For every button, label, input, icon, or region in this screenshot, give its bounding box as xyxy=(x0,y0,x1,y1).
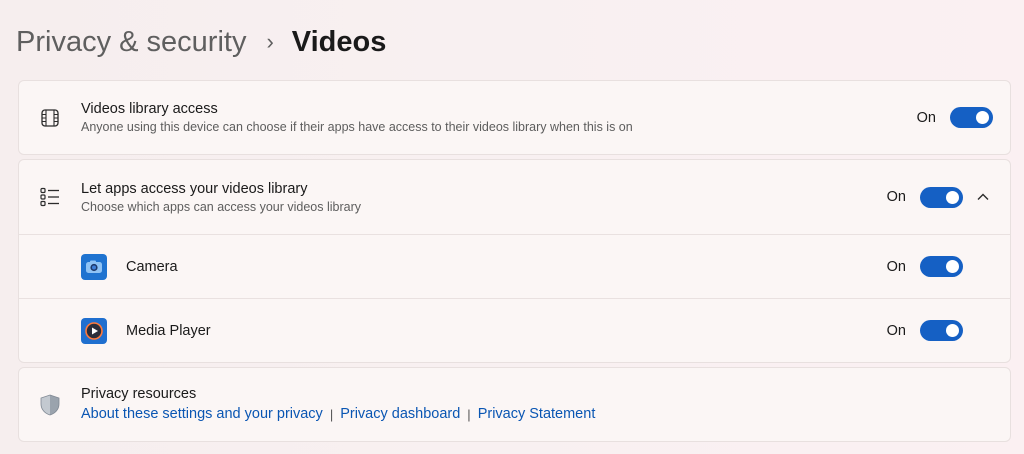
toggle-knob xyxy=(946,190,959,204)
videos-library-access-card: Videos library access Anyone using this … xyxy=(18,80,1011,155)
privacy-resources-row: Privacy resources About these settings a… xyxy=(19,368,1010,441)
camera-app-icon xyxy=(81,253,107,280)
videos-library-access-row[interactable]: Videos library access Anyone using this … xyxy=(19,81,1010,154)
videos-library-access-toggle-group: On xyxy=(917,107,993,128)
toggle-knob xyxy=(946,260,959,273)
media-player-state: On xyxy=(886,322,906,339)
page-title: Videos xyxy=(291,25,387,58)
shield-icon xyxy=(38,393,62,417)
list-icon xyxy=(39,186,61,208)
film-frame-icon xyxy=(39,107,61,129)
videos-library-access-state: On xyxy=(916,109,936,126)
apps-access-state: On xyxy=(886,189,906,205)
apps-access-text: Let apps access your videos library Choo… xyxy=(81,181,361,214)
apps-access-row[interactable]: Let apps access your videos library Choo… xyxy=(19,160,1010,234)
chevron-up-icon[interactable] xyxy=(976,190,990,204)
apps-access-toggle[interactable] xyxy=(920,186,963,208)
apps-access-toggle-group: On xyxy=(886,186,963,208)
privacy-resources-card: Privacy resources About these settings a… xyxy=(18,367,1011,442)
breadcrumb-separator-icon: › xyxy=(266,29,274,54)
media-player-toggle[interactable] xyxy=(920,320,963,341)
videos-library-access-description: Anyone using this device can choose if t… xyxy=(81,120,633,134)
media-player-toggle-group: On xyxy=(887,320,963,341)
link-divider: | xyxy=(329,406,334,422)
camera-toggle[interactable] xyxy=(920,256,963,277)
apps-access-description: Choose which apps can access your videos… xyxy=(81,199,361,214)
videos-library-access-title: Videos library access xyxy=(81,101,218,117)
app-name-camera: Camera xyxy=(126,258,178,275)
camera-state: On xyxy=(886,258,906,275)
camera-toggle-group: On xyxy=(887,256,963,277)
toggle-knob xyxy=(946,324,959,337)
toggle-knob xyxy=(976,111,989,124)
breadcrumb-parent-link[interactable]: Privacy & security xyxy=(16,26,246,59)
privacy-resources-links: About these settings and your privacy | … xyxy=(81,406,595,422)
about-settings-privacy-link[interactable]: About these settings and your privacy xyxy=(81,406,323,422)
privacy-resources-title: Privacy resources xyxy=(81,386,197,402)
app-row-media-player: Media Player On xyxy=(19,298,1010,362)
app-row-camera: Camera On xyxy=(19,234,1010,298)
videos-library-access-toggle[interactable] xyxy=(950,107,993,128)
app-name-media-player: Media Player xyxy=(126,322,211,339)
apps-access-card: Let apps access your videos library Choo… xyxy=(18,159,1011,363)
videos-library-access-text: Videos library access Anyone using this … xyxy=(81,101,633,134)
privacy-resources-text: Privacy resources About these settings a… xyxy=(81,386,595,422)
apps-access-title: Let apps access your videos library xyxy=(81,180,308,197)
privacy-statement-link[interactable]: Privacy Statement xyxy=(478,406,596,422)
privacy-dashboard-link[interactable]: Privacy dashboard xyxy=(340,406,460,422)
breadcrumb: Privacy & security › Videos xyxy=(16,20,386,64)
media-player-icon xyxy=(81,317,107,344)
link-divider: | xyxy=(467,406,471,422)
